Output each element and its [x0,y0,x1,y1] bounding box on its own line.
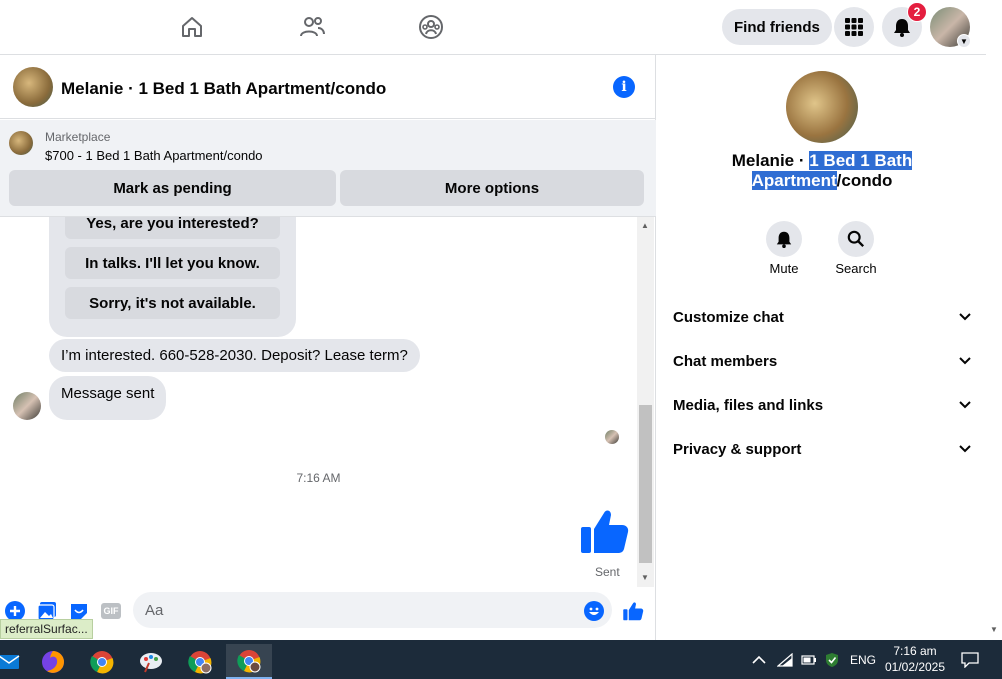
search-icon [847,230,865,248]
message-list: Yes, are you interested? In talks. I'll … [0,217,637,587]
listing-thumbnail[interactable] [9,131,33,155]
chevron-down-icon [959,354,971,368]
sender-avatar[interactable] [13,392,41,420]
scroll-thumb[interactable] [639,405,652,563]
paint-app-icon[interactable] [128,644,174,679]
find-friends-button[interactable]: Find friends [722,9,832,45]
scroll-down-icon[interactable]: ▼ [641,573,649,582]
page-scrollbar[interactable]: ▼ [986,0,1002,640]
section-label: Media, files and links [673,396,824,414]
section-label: Customize chat [673,308,784,326]
title-name: Melanie · [731,151,810,170]
thumbs-up-icon[interactable] [578,505,630,562]
mute-button[interactable] [766,221,802,257]
search-button[interactable] [838,221,874,257]
quick-reply-button[interactable]: Sorry, it's not available. [65,287,280,319]
grid-icon [845,18,863,36]
listing-title[interactable]: $700 - 1 Bed 1 Bath Apartment/condo [45,148,263,163]
bell-icon [894,19,910,37]
gif-icon[interactable]: GIF [100,600,122,622]
section-customize-chat[interactable]: Customize chat [673,295,971,339]
info-icon[interactable]: i [613,76,635,98]
chevron-down-icon [959,442,971,456]
security-shield-icon[interactable] [825,640,839,679]
bell-icon [776,231,792,248]
wifi-icon[interactable] [777,640,793,679]
section-label: Chat members [673,352,778,370]
top-navigation: Find friends 2 ▼ [0,0,986,55]
link-tooltip: referralSurfac... [0,619,93,639]
clock-date: 01/02/2025 [884,660,946,674]
chat-header: Melanie · 1 Bed 1 Bath Apartment/condo i [0,55,656,119]
message-input[interactable]: Aa [133,592,612,628]
home-icon[interactable] [174,10,210,44]
more-options-button[interactable]: More options [340,170,644,206]
chevron-down-icon[interactable]: ▼ [957,34,971,48]
section-privacy-support[interactable]: Privacy & support [673,427,971,471]
sent-status: Sent [595,565,620,579]
menu-grid-button[interactable] [834,7,874,47]
chrome-icon[interactable] [79,644,125,679]
incoming-message[interactable]: Message sent [49,376,167,420]
taskbar: ENG 7:16 am 01/02/2025 [0,640,1002,679]
section-media-files-links[interactable]: Media, files and links [673,383,971,427]
tray-chevron-up-icon[interactable] [752,640,766,679]
groups-icon[interactable] [413,10,449,44]
mark-as-pending-button[interactable]: Mark as pending [9,170,336,206]
mute-label: Mute [769,261,799,276]
listing-avatar[interactable] [13,67,53,107]
quick-reply-button[interactable]: In talks. I'll let you know. [65,247,280,279]
composer: GIF Aa [0,587,656,640]
firefox-icon[interactable] [30,644,76,679]
scroll-up-icon[interactable]: ▲ [641,221,649,230]
chat-title[interactable]: Melanie · 1 Bed 1 Bath Apartment/condo [61,79,386,99]
clock[interactable]: 7:16 am 01/02/2025 [878,643,952,675]
listing-avatar-large[interactable] [786,71,858,143]
chevron-down-icon [959,398,971,412]
chat-details-panel: Melanie · 1 Bed 1 Bath Apartment/condo M… [657,55,986,640]
details-title: Melanie · 1 Bed 1 Bath Apartment/condo [697,151,947,191]
quick-replies-panel: Yes, are you interested? In talks. I'll … [49,217,296,337]
scroll-down-icon[interactable]: ▼ [990,625,998,634]
seen-avatar [605,430,619,444]
emoji-icon[interactable] [583,600,605,622]
friends-icon[interactable] [294,10,330,44]
marketplace-banner: Marketplace $700 - 1 Bed 1 Bath Apartmen… [0,120,656,217]
chrome-profile-icon[interactable] [177,644,223,679]
gif-label: GIF [101,603,121,619]
message-timestamp: 7:16 AM [296,471,341,485]
chrome-active-icon[interactable] [226,644,272,679]
section-label: Privacy & support [673,440,802,458]
language-indicator[interactable]: ENG [850,640,876,679]
clock-time: 7:16 am [893,644,937,658]
like-icon[interactable] [622,600,644,622]
title-rest: /condo [836,171,893,190]
search-label: Search [835,261,877,276]
chat-scrollbar[interactable]: ▲ ▼ [637,217,654,587]
battery-icon[interactable] [801,640,817,679]
marketplace-label: Marketplace [45,130,111,144]
mail-app-icon[interactable] [0,644,32,679]
notification-badge: 2 [907,2,927,22]
section-chat-members[interactable]: Chat members [673,339,971,383]
chat-panel: Melanie · 1 Bed 1 Bath Apartment/condo i… [0,55,656,640]
quick-reply-button[interactable]: Yes, are you interested? [65,217,280,239]
incoming-message[interactable]: I’m interested. 660-528-2030. Deposit? L… [49,339,420,372]
notification-center-icon[interactable] [961,640,979,679]
chevron-down-icon [959,310,971,324]
